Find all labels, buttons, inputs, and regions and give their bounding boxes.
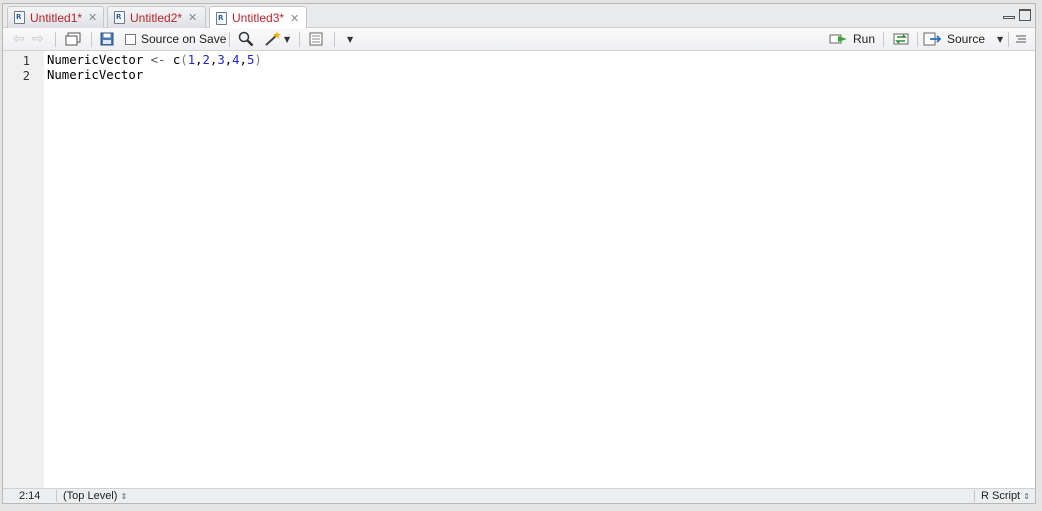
search-icon[interactable] (238, 31, 254, 47)
source-on-save-label: Source on Save (141, 32, 227, 46)
toolbar-divider (334, 32, 335, 47)
source-icon (923, 32, 942, 46)
updown-icon: ⇕ (120, 492, 128, 501)
tab-label: Untitled2* (130, 10, 183, 25)
toolbar-divider (91, 32, 92, 47)
r-script-icon (14, 11, 25, 24)
run-icon (829, 34, 847, 44)
code-line-2[interactable]: NumericVector (47, 68, 143, 82)
editor-toolbar: ⇦ ⇨ Source on Save ▼ ▼ Run Source ▼ (3, 28, 1035, 51)
scope-selector[interactable]: (Top Level) ⇕ (63, 490, 127, 502)
source-button[interactable]: Source ▼ (923, 31, 1003, 47)
file-type-label: R Script (981, 490, 1021, 502)
minimize-icon[interactable] (1003, 9, 1015, 21)
more-options-dropdown[interactable]: ▼ (347, 31, 353, 47)
status-bar: 2:14 (Top Level) ⇕ R Script ⇕ (3, 488, 1035, 503)
save-icon[interactable] (100, 31, 114, 47)
tab-untitled1[interactable]: Untitled1* ✕ (7, 6, 104, 28)
toolbar-divider (1008, 32, 1009, 47)
document-outline-icon[interactable] (1015, 31, 1027, 47)
number: 3 (217, 53, 225, 67)
line-number-gutter: 1 2 (3, 51, 44, 490)
tab-label: Untitled1* (30, 10, 83, 25)
back-icon[interactable]: ⇦ (13, 31, 25, 47)
run-button[interactable]: Run (829, 31, 875, 47)
compile-report-icon[interactable] (309, 31, 323, 47)
show-in-window-icon[interactable] (65, 31, 81, 47)
file-type-selector[interactable]: R Script ⇕ (981, 490, 1030, 502)
toolbar-divider (229, 32, 230, 47)
identifier: NumericVector (47, 53, 144, 67)
assign-operator: <- (150, 53, 166, 67)
source-label: Source (947, 32, 986, 46)
toolbar-divider (917, 32, 918, 47)
maximize-icon[interactable] (1019, 9, 1031, 21)
close-icon[interactable]: ✕ (290, 12, 299, 25)
tab-untitled2[interactable]: Untitled2* ✕ (107, 6, 206, 28)
number: 1 (187, 53, 196, 67)
number: 2 (202, 53, 210, 67)
tab-label: Untitled3* (232, 11, 285, 25)
toolbar-divider (299, 32, 300, 47)
updown-icon: ⇕ (1023, 492, 1030, 501)
status-divider (974, 490, 975, 502)
line-number: 1 (22, 54, 30, 68)
rerun-icon[interactable] (892, 31, 912, 47)
tab-bar: Untitled1* ✕ Untitled2* ✕ Untitled3* ✕ (3, 4, 1035, 29)
window-controls (1003, 9, 1031, 21)
close-icon[interactable]: ✕ (188, 11, 197, 24)
scope-label: (Top Level) (63, 490, 118, 502)
checkbox-box[interactable] (125, 33, 136, 45)
run-label: Run (853, 32, 876, 46)
source-on-save-checkbox[interactable]: Source on Save (125, 31, 226, 47)
toolbar-divider (55, 32, 56, 47)
close-icon[interactable]: ✕ (88, 11, 97, 24)
source-dropdown-icon[interactable]: ▼ (997, 35, 1003, 44)
number: 4 (232, 53, 240, 67)
r-script-icon (114, 11, 125, 24)
code-line-1[interactable]: NumericVector <- c(1,2,3,4,5) (47, 53, 262, 67)
status-divider (56, 490, 57, 502)
close-paren: ) (254, 53, 262, 67)
source-editor-pane: Untitled1* ✕ Untitled2* ✕ Untitled3* ✕ ⇦… (2, 3, 1036, 504)
cursor-position: 2:14 (19, 490, 41, 502)
line-number: 2 (22, 69, 30, 83)
open-paren: ( (180, 53, 188, 67)
tab-untitled3[interactable]: Untitled3* ✕ (209, 6, 307, 29)
forward-icon[interactable]: ⇨ (32, 31, 44, 47)
toolbar-divider (883, 32, 884, 47)
code-tools-wand-icon[interactable]: ▼ (264, 31, 290, 47)
r-script-icon (216, 11, 227, 25)
